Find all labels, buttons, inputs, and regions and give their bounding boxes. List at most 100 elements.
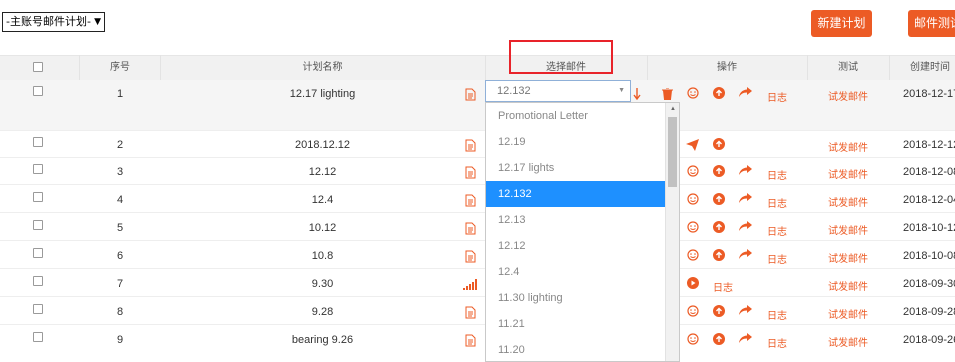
document-icon[interactable] — [465, 222, 476, 235]
row-created: 2018-09-26 — [903, 334, 955, 346]
row-checkbox[interactable] — [33, 304, 43, 314]
row-created: 2018-12-12 — [903, 139, 955, 151]
column-divider — [647, 55, 648, 80]
row-created: 2018-09-30 — [903, 278, 955, 290]
log-link[interactable]: 日志 — [762, 307, 792, 322]
mail-select-dropdown[interactable]: Promotional Letter 12.19 12.17 lights 12… — [485, 102, 680, 362]
column-divider — [79, 55, 80, 80]
play-icon[interactable] — [687, 277, 699, 289]
row-index: 5 — [116, 222, 124, 234]
dropdown-scrollbar[interactable]: ▲ — [665, 103, 679, 361]
log-link[interactable]: 日志 — [708, 279, 738, 294]
row-index: 2 — [116, 139, 124, 151]
row-name: bearing 9.26 — [291, 334, 354, 346]
document-icon[interactable] — [465, 88, 476, 101]
document-icon[interactable] — [465, 334, 476, 347]
smile-icon[interactable] — [687, 333, 699, 345]
smile-icon[interactable] — [687, 87, 699, 99]
smile-icon[interactable] — [687, 249, 699, 261]
test-send-link[interactable]: 试发邮件 — [807, 334, 889, 349]
test-send-link[interactable]: 试发邮件 — [807, 194, 889, 209]
log-link[interactable]: 日志 — [762, 167, 792, 182]
row-index: 8 — [116, 306, 124, 318]
upload-icon[interactable] — [713, 193, 725, 205]
test-send-link[interactable]: 试发邮件 — [807, 250, 889, 265]
mail-select[interactable]: 12.132 ▼ — [485, 80, 631, 102]
smile-icon[interactable] — [687, 305, 699, 317]
scroll-up-icon[interactable]: ▲ — [670, 106, 676, 112]
document-icon[interactable] — [465, 166, 476, 179]
smile-icon[interactable] — [687, 165, 699, 177]
document-icon[interactable] — [465, 194, 476, 207]
row-checkbox[interactable] — [33, 137, 43, 147]
row-created: 2018-10-08 — [903, 250, 955, 262]
test-mail-button[interactable]: 邮件测试 — [908, 10, 955, 37]
log-link[interactable]: 日志 — [762, 223, 792, 238]
share-icon[interactable] — [739, 333, 752, 344]
share-icon[interactable] — [739, 249, 752, 260]
dropdown-option[interactable]: 11.30 lighting — [486, 285, 666, 311]
test-send-link[interactable]: 试发邮件 — [807, 222, 889, 237]
dropdown-option[interactable]: 12.4 — [486, 259, 666, 285]
upload-icon[interactable] — [713, 221, 725, 233]
log-link[interactable]: 日志 — [762, 89, 792, 104]
plan-type-select[interactable]: -主账号邮件计划- ▼ — [2, 12, 105, 32]
share-icon[interactable] — [739, 305, 752, 316]
select-all-checkbox[interactable] — [33, 62, 43, 72]
share-icon[interactable] — [739, 193, 752, 204]
dropdown-option[interactable]: Promotional Letter — [486, 103, 666, 129]
row-name: 12.12 — [308, 166, 337, 178]
document-icon[interactable] — [465, 250, 476, 263]
highlight-box — [509, 40, 613, 74]
table-row: 9 bearing 9.26 日志 试发邮件 2018-09-26 — [0, 326, 955, 352]
row-checkbox[interactable] — [33, 192, 43, 202]
dropdown-option-selected[interactable]: 12.132 — [486, 181, 666, 207]
dropdown-option[interactable]: 11.20 — [486, 337, 666, 361]
smile-icon[interactable] — [687, 193, 699, 205]
table-row: 7 9.30 日志 试发邮件 2018-09-30 — [0, 270, 955, 297]
row-checkbox[interactable] — [33, 248, 43, 258]
arrow-down-icon[interactable] — [633, 88, 641, 100]
row-checkbox[interactable] — [33, 332, 43, 342]
dropdown-option[interactable]: 12.19 — [486, 129, 666, 155]
row-checkbox[interactable] — [33, 276, 43, 286]
upload-icon[interactable] — [713, 249, 725, 261]
share-icon[interactable] — [739, 165, 752, 176]
share-icon[interactable] — [739, 221, 752, 232]
trash-icon[interactable] — [662, 88, 673, 100]
log-link[interactable]: 日志 — [762, 335, 792, 350]
log-link[interactable]: 日志 — [762, 195, 792, 210]
plan-type-select-value: -主账号邮件计划- — [6, 15, 91, 28]
row-index: 6 — [116, 250, 124, 262]
test-send-link[interactable]: 试发邮件 — [807, 278, 889, 293]
test-send-link[interactable]: 试发邮件 — [807, 139, 889, 154]
log-link[interactable]: 日志 — [762, 251, 792, 266]
row-checkbox[interactable] — [33, 164, 43, 174]
send-icon[interactable] — [686, 139, 699, 151]
scrollbar-thumb[interactable] — [668, 117, 677, 187]
row-checkbox[interactable] — [33, 86, 43, 96]
test-send-link[interactable]: 试发邮件 — [807, 306, 889, 321]
dropdown-option[interactable]: 11.21 — [486, 311, 666, 337]
test-send-link[interactable]: 试发邮件 — [807, 166, 889, 181]
row-checkbox[interactable] — [33, 220, 43, 230]
dropdown-option[interactable]: 12.13 — [486, 207, 666, 233]
new-plan-button[interactable]: 新建计划 — [811, 10, 872, 37]
row-created: 2018-12-04 — [903, 194, 955, 206]
share-icon[interactable] — [739, 87, 752, 98]
document-icon[interactable] — [465, 306, 476, 319]
test-send-link[interactable]: 试发邮件 — [807, 88, 889, 103]
upload-icon[interactable] — [713, 165, 725, 177]
document-icon[interactable] — [465, 139, 476, 152]
row-created: 2018-10-12 — [903, 222, 955, 234]
upload-icon[interactable] — [713, 333, 725, 345]
table-row: 4 12.4 日志 试发邮件 2018-12-04 — [0, 186, 955, 213]
smile-icon[interactable] — [687, 221, 699, 233]
signal-bars-icon[interactable] — [463, 279, 477, 290]
row-index: 4 — [116, 194, 124, 206]
upload-icon[interactable] — [713, 87, 725, 99]
dropdown-option[interactable]: 12.12 — [486, 233, 666, 259]
upload-icon[interactable] — [713, 138, 725, 150]
dropdown-option[interactable]: 12.17 lights — [486, 155, 666, 181]
upload-icon[interactable] — [713, 305, 725, 317]
